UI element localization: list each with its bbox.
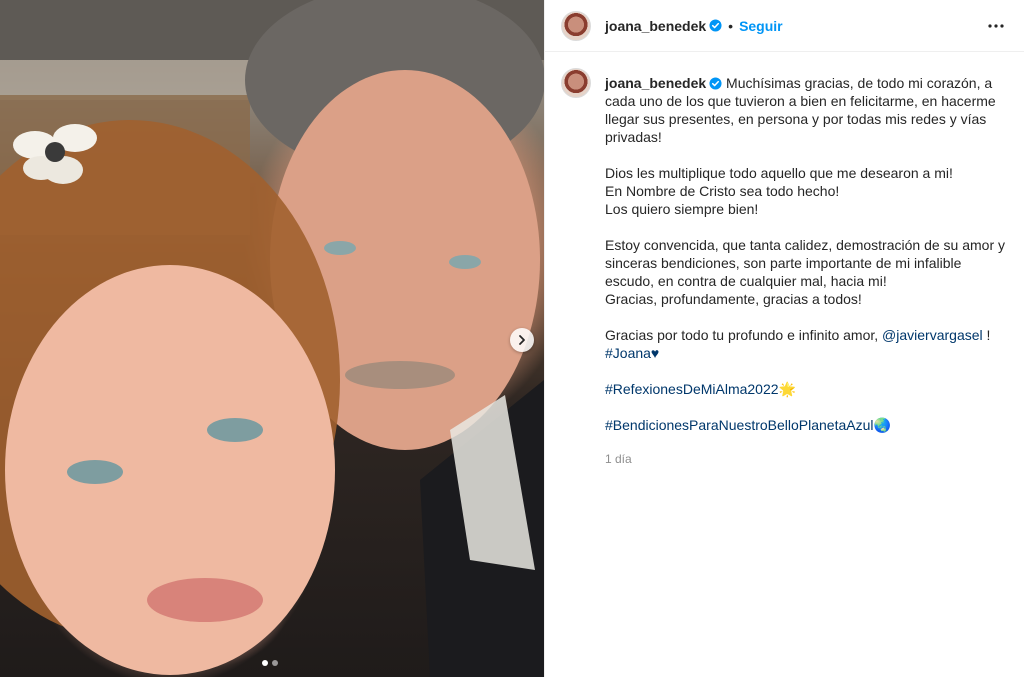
caption-line: Dios les multiplique todo aquello que me… — [605, 165, 953, 181]
hashtag-link[interactable]: #BendicionesParaNuestroBelloPlanetaAzul🌏 — [605, 417, 891, 433]
caption-paragraph-5: #RefexionesDeMiAlma2022🌟 — [605, 380, 1008, 398]
hashtag-link[interactable]: #RefexionesDeMiAlma2022🌟 — [605, 381, 796, 397]
carousel-dots — [262, 660, 278, 666]
more-options-button[interactable] — [984, 14, 1008, 38]
photo-illustration — [0, 0, 544, 677]
caption-paragraph-6: #BendicionesParaNuestroBelloPlanetaAzul🌏 — [605, 416, 1008, 434]
header-separator: • — [728, 17, 734, 34]
carousel-dot — [272, 660, 278, 666]
caption-text: Gracias por todo tu profundo e infinito … — [605, 327, 883, 343]
post-timestamp[interactable]: 1 día — [605, 450, 1008, 468]
post-header: joana_benedek • Seguir — [545, 0, 1024, 52]
carousel-next-button[interactable] — [510, 328, 534, 352]
avatar[interactable] — [561, 10, 591, 41]
caption-paragraph-4: Gracias por todo tu profundo e infinito … — [605, 326, 1008, 362]
caption-line: Gracias, profundamente, gracias a todos! — [605, 291, 862, 307]
caption-paragraph-1: joana_benedek Muchísimas gracias, de tod… — [605, 74, 1008, 146]
caption-line: En Nombre de Cristo sea todo hecho! — [605, 183, 840, 199]
post-photo[interactable] — [0, 0, 544, 677]
caption-paragraph-2: Dios les multiplique todo aquello que me… — [605, 164, 1008, 218]
more-horizontal-icon — [988, 23, 1004, 28]
caption-line: Los quiero siempre bien! — [605, 201, 759, 217]
caption-avatar[interactable] — [561, 68, 591, 98]
caption-paragraph-3: Estoy convencida, que tanta calidez, dem… — [605, 236, 1008, 308]
chevron-right-icon — [519, 335, 525, 345]
post-modal: joana_benedek • Seguir joana_benedek Muc… — [0, 0, 1024, 677]
verified-badge-icon — [709, 77, 722, 90]
caption-username[interactable]: joana_benedek — [605, 75, 706, 91]
follow-button[interactable]: Seguir — [739, 18, 783, 34]
caption-line: Estoy convencida, que tanta calidez, dem… — [605, 237, 1005, 289]
mention-link[interactable]: @javiervargasel — [882, 327, 983, 343]
carousel-dot-active — [262, 660, 268, 666]
verified-badge-icon — [709, 19, 722, 32]
post-caption: joana_benedek Muchísimas gracias, de tod… — [545, 52, 1024, 468]
caption-text: ! — [982, 327, 991, 343]
header-username[interactable]: joana_benedek — [605, 18, 706, 34]
hashtag-link[interactable]: #Joana♥ — [605, 344, 1008, 362]
post-details-panel: joana_benedek • Seguir joana_benedek Muc… — [544, 0, 1024, 677]
caption-body: joana_benedek Muchísimas gracias, de tod… — [605, 68, 1008, 468]
